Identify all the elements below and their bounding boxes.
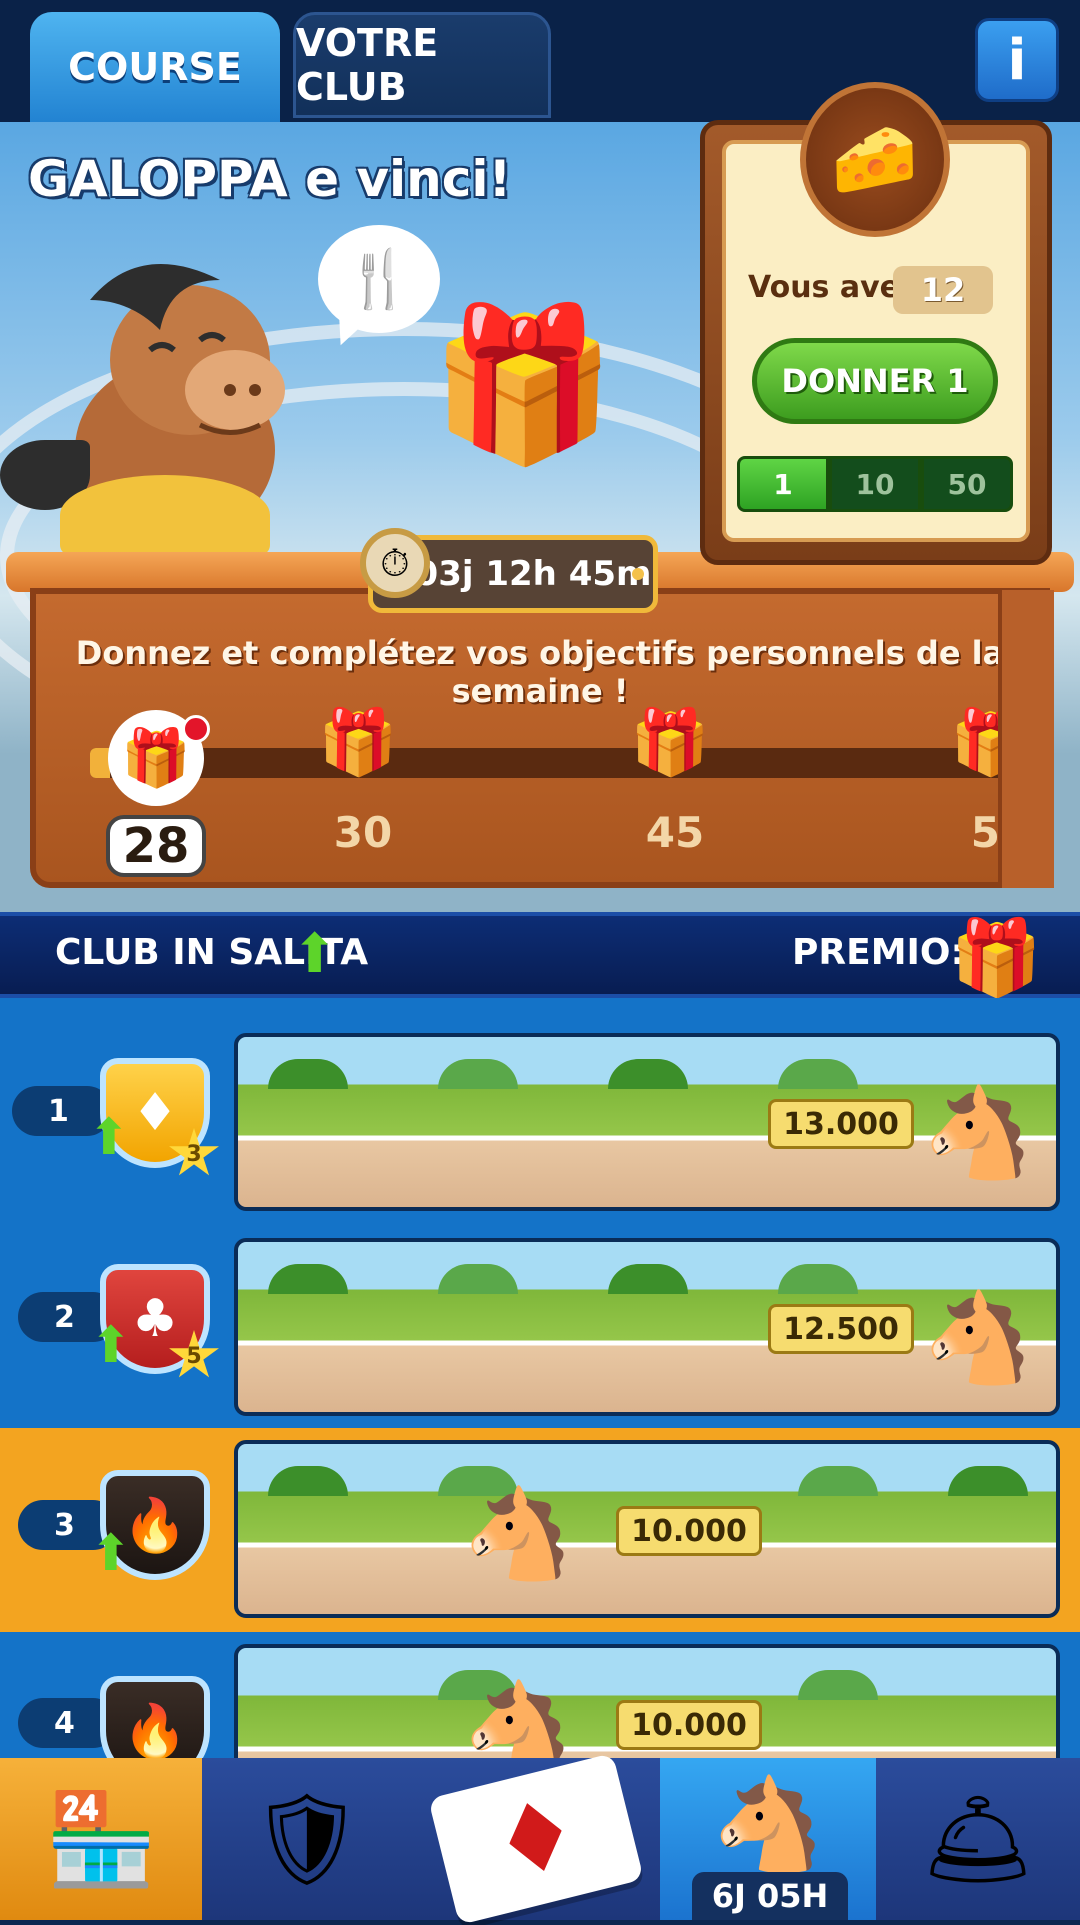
- bush: [778, 1059, 858, 1089]
- horse-runner-icon: 🐴: [463, 1482, 573, 1585]
- prize-gift-icon[interactable]: 🎁: [950, 915, 1042, 1002]
- bush: [438, 1059, 518, 1089]
- up-arrow-icon: ⬆: [90, 1316, 132, 1374]
- milestone-value: 30: [333, 808, 393, 857]
- bush: [778, 1264, 858, 1294]
- prize-label: PREMIO:: [792, 932, 965, 973]
- bush: [608, 1264, 688, 1294]
- score-tag: 13.000: [768, 1099, 914, 1149]
- race-track: 🐴 10.000: [234, 1644, 1060, 1758]
- up-arrow-icon: ⬆: [292, 922, 338, 985]
- bush: [948, 1466, 1028, 1496]
- notification-dot: [182, 715, 210, 743]
- club-shield-icon: 🛡: [249, 1786, 365, 1892]
- have-value: 12: [893, 266, 993, 314]
- up-arrow-icon: ⬆: [90, 1524, 132, 1582]
- tab-votre-club[interactable]: VOTRE CLUB: [293, 12, 551, 118]
- progress-track: [90, 748, 1010, 778]
- objectives-description: Donnez et complétez vos objectifs person…: [75, 634, 1005, 710]
- bush: [438, 1264, 518, 1294]
- info-button[interactable]: i: [975, 18, 1059, 102]
- nav-clubs[interactable]: 🛡: [202, 1758, 412, 1920]
- club-crest-flame: 🔥: [100, 1676, 210, 1758]
- amount-option-1[interactable]: 1: [737, 456, 829, 512]
- race-track: 13.000 🐴: [234, 1033, 1060, 1211]
- fork-knife-icon: 🍴: [344, 247, 414, 312]
- tab-course[interactable]: COURSE: [30, 12, 280, 122]
- score-tag: 10.000: [616, 1700, 762, 1750]
- nav-shop[interactable]: 🏪: [0, 1758, 202, 1920]
- board-right-post: [998, 590, 1054, 888]
- bush: [268, 1059, 348, 1089]
- stopwatch-icon: ⏱: [360, 528, 430, 598]
- milestone-gift-icon[interactable]: 🎁: [630, 705, 710, 780]
- bell-cloche-icon: 🛎: [920, 1786, 1036, 1892]
- ranking-row-own-club[interactable]: 3 🔥 ⬆ 🐴 10.000: [0, 1428, 1080, 1632]
- bush: [268, 1466, 348, 1496]
- score-tag: 10.000: [616, 1506, 762, 1556]
- ranking-row[interactable]: 1 ♦ ⬆ 3 13.000 🐴: [0, 1008, 1080, 1212]
- milestone-value: 5: [970, 808, 1000, 857]
- hay-pile: [60, 475, 270, 555]
- bush: [798, 1466, 878, 1496]
- milestone-value: 45: [645, 808, 705, 857]
- milestone-gift-icon[interactable]: 🎁: [950, 705, 1000, 780]
- nav-play-cards[interactable]: ♦: [412, 1752, 660, 1925]
- progress-fill: [90, 748, 110, 778]
- race-timer: 6J 05H: [692, 1872, 848, 1920]
- horse-runner-icon: 🐴: [923, 1286, 1033, 1389]
- amount-option-10[interactable]: 10: [829, 456, 921, 512]
- bush: [268, 1264, 348, 1294]
- ranking-row[interactable]: 4 🔥 🐴 10.000: [0, 1636, 1080, 1758]
- shop-icon: 🏪: [44, 1786, 158, 1892]
- race-track: 12.500 🐴: [234, 1238, 1060, 1416]
- horse-icon: 🐴: [711, 1771, 825, 1877]
- cheese-icon: 🧀: [800, 82, 950, 237]
- timer-indicator-dot: [632, 568, 644, 580]
- race-track: 🐴 10.000: [234, 1440, 1060, 1618]
- current-score-badge: 28: [106, 815, 206, 877]
- reward-gift-icon: 🎁: [429, 298, 617, 472]
- horse-runner-icon: 🐴: [463, 1676, 573, 1758]
- bush: [798, 1670, 878, 1700]
- score-tag: 12.500: [768, 1304, 914, 1354]
- amount-option-50[interactable]: 50: [921, 456, 1013, 512]
- nav-service-bell[interactable]: 🛎: [876, 1758, 1080, 1920]
- horse-runner-icon: 🐴: [923, 1081, 1033, 1184]
- give-button[interactable]: DONNER 1: [752, 338, 998, 424]
- up-arrow-icon: ⬆: [88, 1108, 130, 1166]
- event-title: GALOPPA e vinci!: [28, 150, 512, 208]
- ranking-row[interactable]: 2 ♣ ⬆ 5 12.500 🐴: [0, 1212, 1080, 1416]
- milestone-gift-icon[interactable]: 🎁: [318, 705, 398, 780]
- bush: [608, 1059, 688, 1089]
- playing-card-icon: ♦: [428, 1752, 644, 1925]
